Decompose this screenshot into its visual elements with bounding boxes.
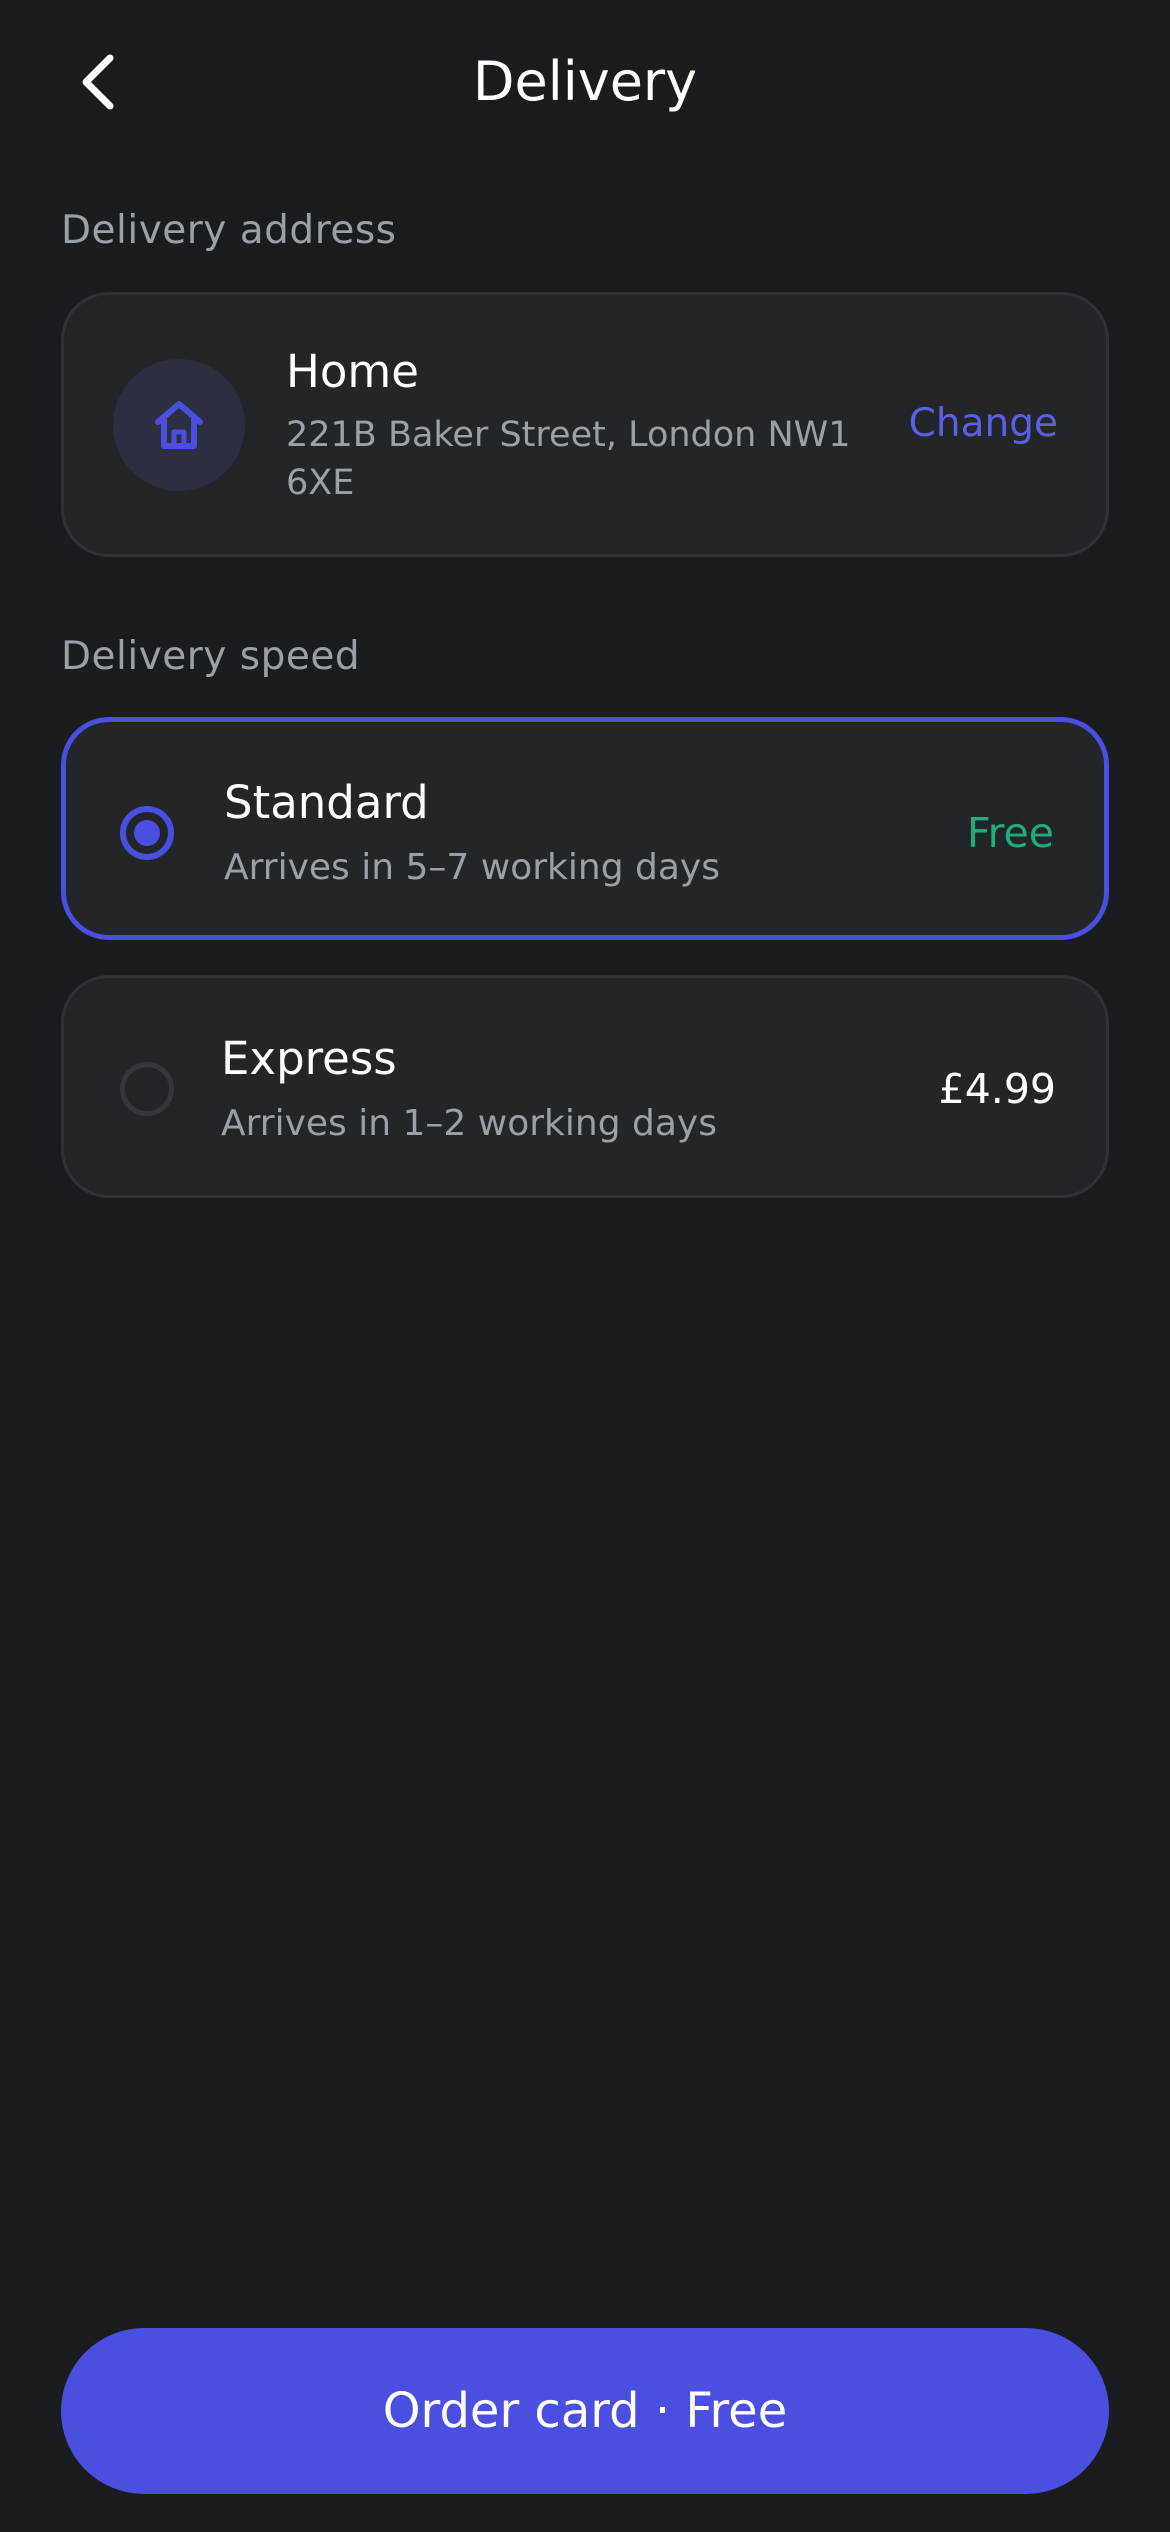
option-price: £4.99 [938,1065,1056,1113]
address-card: Home 221B Baker Street, London NW1 6XE C… [61,292,1109,557]
address-name: Home [286,345,419,398]
delivery-speed-label: Delivery speed [61,634,361,679]
option-price: Free [966,809,1054,857]
page-title: Delivery [472,50,698,113]
delivery-option-express[interactable]: Express Arrives in 1–2 working days £4.9… [61,975,1109,1198]
home-avatar [113,359,245,491]
change-address-link[interactable]: Change [909,398,1058,450]
option-title: Express [221,1032,397,1085]
radio-express[interactable] [120,1062,174,1116]
option-subtitle: Arrives in 1–2 working days [221,1103,717,1144]
home-icon [155,401,203,449]
radio-standard[interactable] [120,806,174,860]
radio-dot [134,820,160,846]
order-card-button[interactable]: Order card · Free [61,2328,1109,2494]
delivery-address-label: Delivery address [61,208,397,253]
option-subtitle: Arrives in 5–7 working days [224,847,720,888]
delivery-option-standard[interactable]: Standard Arrives in 5–7 working days Fre… [61,717,1109,940]
address-line: 221B Baker Street, London NW1 6XE [286,415,851,503]
header: Delivery [0,0,1170,166]
option-title: Standard [224,776,429,829]
